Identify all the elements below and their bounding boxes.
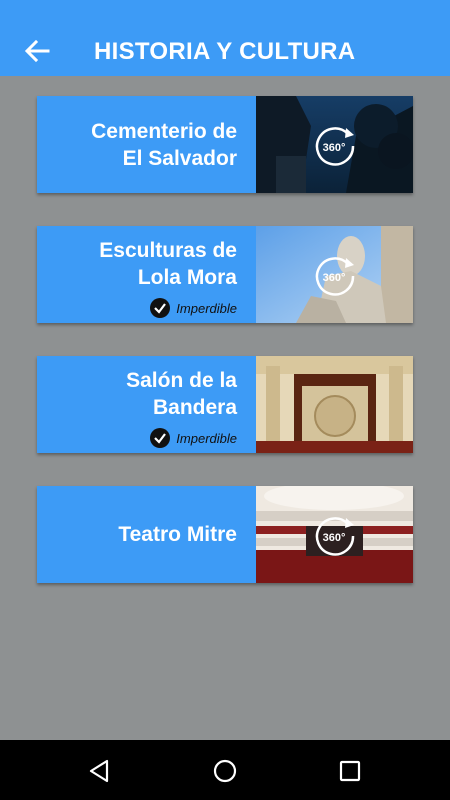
svg-text:360°: 360° — [323, 532, 346, 544]
svg-text:360°: 360° — [323, 272, 346, 284]
place-card-esculturas[interactable]: Esculturas de Lola Mora Imperdible 360° — [37, 226, 413, 323]
places-list: Cementerio de El Salvador 360° Escultura… — [0, 76, 450, 740]
place-title: Salón de la Bandera — [126, 369, 237, 419]
app-bar: HISTORIA Y CULTURA — [0, 0, 450, 76]
check-circle-icon — [150, 298, 171, 318]
place-title: Teatro Mitre — [118, 523, 237, 546]
place-card-teatro-mitre[interactable]: Teatro Mitre 360° — [37, 486, 413, 583]
page-title: HISTORIA Y CULTURA — [94, 38, 356, 65]
imperdible-badge: Imperdible — [149, 427, 237, 449]
place-thumbnail: 360° — [256, 226, 413, 323]
place-thumbnail: 360° — [256, 486, 413, 583]
nav-back-icon[interactable] — [85, 756, 115, 786]
place-card-cementerio[interactable]: Cementerio de El Salvador 360° — [37, 96, 413, 193]
back-arrow-icon[interactable] — [22, 36, 52, 66]
360-view-icon: 360° — [315, 257, 355, 296]
system-nav-bar — [0, 740, 450, 800]
nav-home-icon[interactable] — [210, 756, 240, 786]
place-thumbnail — [256, 356, 413, 453]
imperdible-badge: Imperdible — [149, 297, 237, 319]
place-title: Cementerio de El Salvador — [91, 120, 237, 170]
place-card-salon-bandera[interactable]: Salón de la Bandera Imperdible — [37, 356, 413, 453]
360-view-icon: 360° — [315, 127, 355, 166]
check-circle-icon — [150, 428, 171, 448]
nav-recents-icon[interactable] — [335, 756, 365, 786]
svg-text:360°: 360° — [323, 142, 346, 154]
place-thumbnail: 360° — [256, 96, 413, 193]
360-view-icon: 360° — [315, 517, 355, 556]
place-title: Esculturas de Lola Mora — [99, 239, 237, 289]
